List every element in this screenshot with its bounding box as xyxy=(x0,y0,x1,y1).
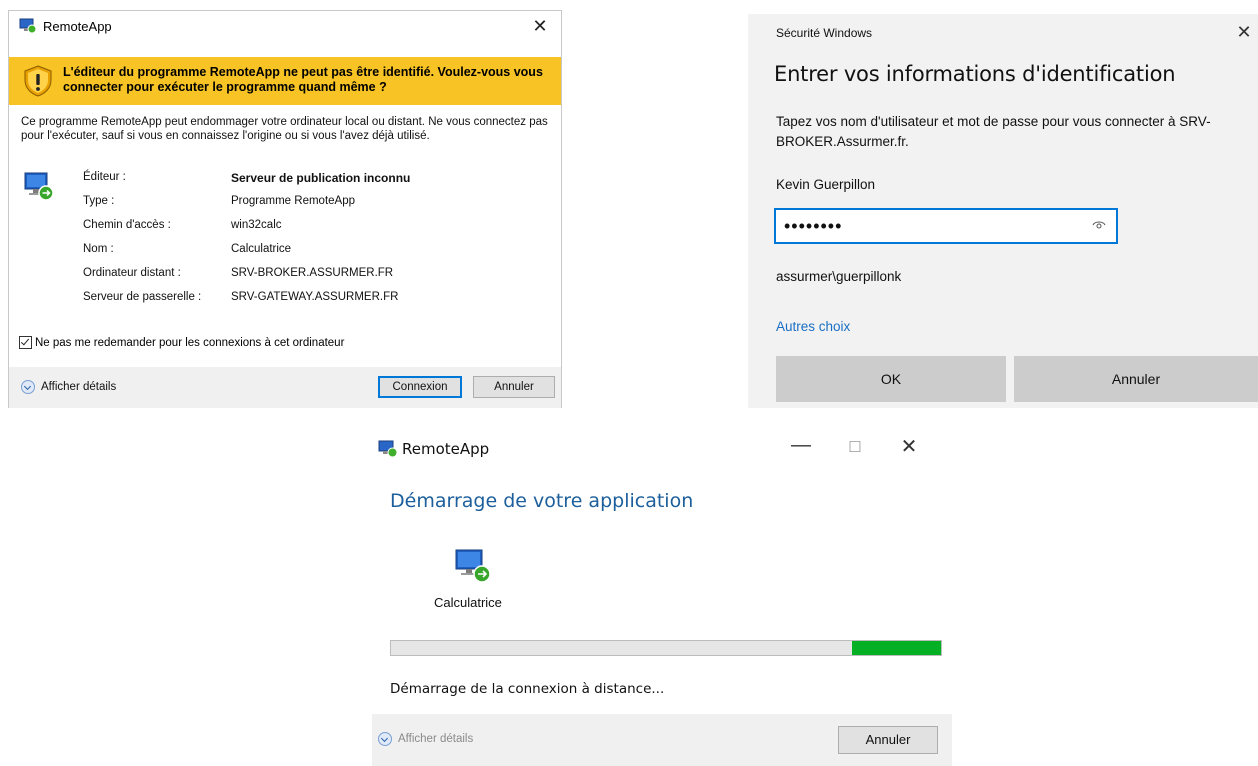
dialog-title: Entrer vos informations d'identification xyxy=(774,62,1176,86)
domain-user-label: assurmer\guerpillonk xyxy=(776,269,902,284)
progress-bar xyxy=(390,640,942,656)
status-text: Démarrage de la connexion à distance... xyxy=(390,681,665,697)
chevron-down-icon[interactable] xyxy=(21,380,35,394)
cancel-button[interactable]: Annuler xyxy=(838,726,938,754)
close-button[interactable]: ✕ xyxy=(527,13,553,39)
progress-heading: Démarrage de votre application xyxy=(390,490,694,512)
warning-description: Ce programme RemoteApp peut endommager v… xyxy=(21,116,548,142)
dialog-footer: Afficher détails Annuler xyxy=(372,714,952,766)
detail-value-name: Calculatrice xyxy=(231,243,292,255)
instructions-text: Tapez vos nom d'utilisateur et mot de pa… xyxy=(776,114,1211,149)
close-button[interactable]: ✕ xyxy=(894,434,924,459)
chevron-down-icon[interactable] xyxy=(378,732,392,746)
remote-desktop-icon xyxy=(24,172,54,201)
other-choices-link[interactable]: Autres choix xyxy=(776,319,850,334)
show-details-toggle[interactable]: Afficher détails xyxy=(21,380,116,394)
window-title: RemoteApp xyxy=(402,440,490,458)
window-title: RemoteApp xyxy=(43,19,112,34)
password-field[interactable]: •••••••• xyxy=(774,208,1118,244)
progress-fill xyxy=(852,641,941,655)
dont-ask-again-label[interactable]: Ne pas me redemander pour les connexions… xyxy=(35,337,344,349)
detail-label-name: Nom : xyxy=(83,243,114,255)
warning-banner: L'éditeur du programme RemoteApp ne peut… xyxy=(9,57,561,105)
reveal-password-eye-icon[interactable] xyxy=(1092,219,1106,231)
detail-value-type: Programme RemoteApp xyxy=(231,195,355,207)
ok-button[interactable]: OK xyxy=(776,356,1006,402)
detail-label-remote-computer: Ordinateur distant : xyxy=(83,267,181,279)
dialog-caption: Sécurité Windows xyxy=(776,26,873,40)
username-label: Kevin Guerpillon xyxy=(776,177,876,192)
remote-desktop-icon xyxy=(455,549,491,583)
dialog-footer: Afficher détails Connexion Annuler xyxy=(9,367,561,408)
show-details-label[interactable]: Afficher détails xyxy=(398,733,473,745)
connect-button[interactable]: Connexion xyxy=(378,376,462,398)
show-details-toggle[interactable]: Afficher détails xyxy=(378,732,473,746)
detail-label-type: Type : xyxy=(83,195,115,207)
detail-label-path: Chemin d'accès : xyxy=(83,219,171,231)
minimize-button[interactable]: — xyxy=(786,434,816,457)
cancel-button[interactable]: Annuler xyxy=(473,376,555,398)
detail-value-gateway: SRV-GATEWAY.ASSURMER.FR xyxy=(231,291,399,303)
title-bar: RemoteApp ✕ xyxy=(9,11,561,41)
cancel-button[interactable]: Annuler xyxy=(1014,356,1258,402)
maximize-button[interactable]: ☐ xyxy=(840,438,870,456)
detail-value-path: win32calc xyxy=(231,219,282,231)
remoteapp-warning-dialog: RemoteApp ✕ L'éditeur du programme Remot… xyxy=(8,10,562,408)
detail-label-publisher: Éditeur : xyxy=(83,171,126,183)
remoteapp-icon xyxy=(378,440,398,458)
warning-heading: L'éditeur du programme RemoteApp ne peut… xyxy=(63,65,543,94)
password-mask[interactable]: •••••••• xyxy=(784,216,842,237)
remoteapp-progress-dialog: RemoteApp — ☐ ✕ Démarrage de votre appli… xyxy=(372,424,952,766)
warning-shield-icon xyxy=(24,65,52,97)
remoteapp-icon xyxy=(19,18,37,34)
windows-security-dialog: Sécurité Windows ✕ Entrer vos informatio… xyxy=(748,14,1258,408)
show-details-label[interactable]: Afficher détails xyxy=(41,381,116,393)
checkbox-checked-icon[interactable] xyxy=(19,336,32,349)
app-name-label: Calculatrice xyxy=(434,595,502,610)
close-button[interactable]: ✕ xyxy=(1232,22,1256,43)
dont-ask-again-checkbox[interactable]: Ne pas me redemander pour les connexions… xyxy=(19,336,344,349)
detail-label-gateway: Serveur de passerelle : xyxy=(83,291,202,303)
detail-value-remote-computer: SRV-BROKER.ASSURMER.FR xyxy=(231,267,394,279)
detail-value-publisher: Serveur de publication inconnu xyxy=(231,171,411,185)
